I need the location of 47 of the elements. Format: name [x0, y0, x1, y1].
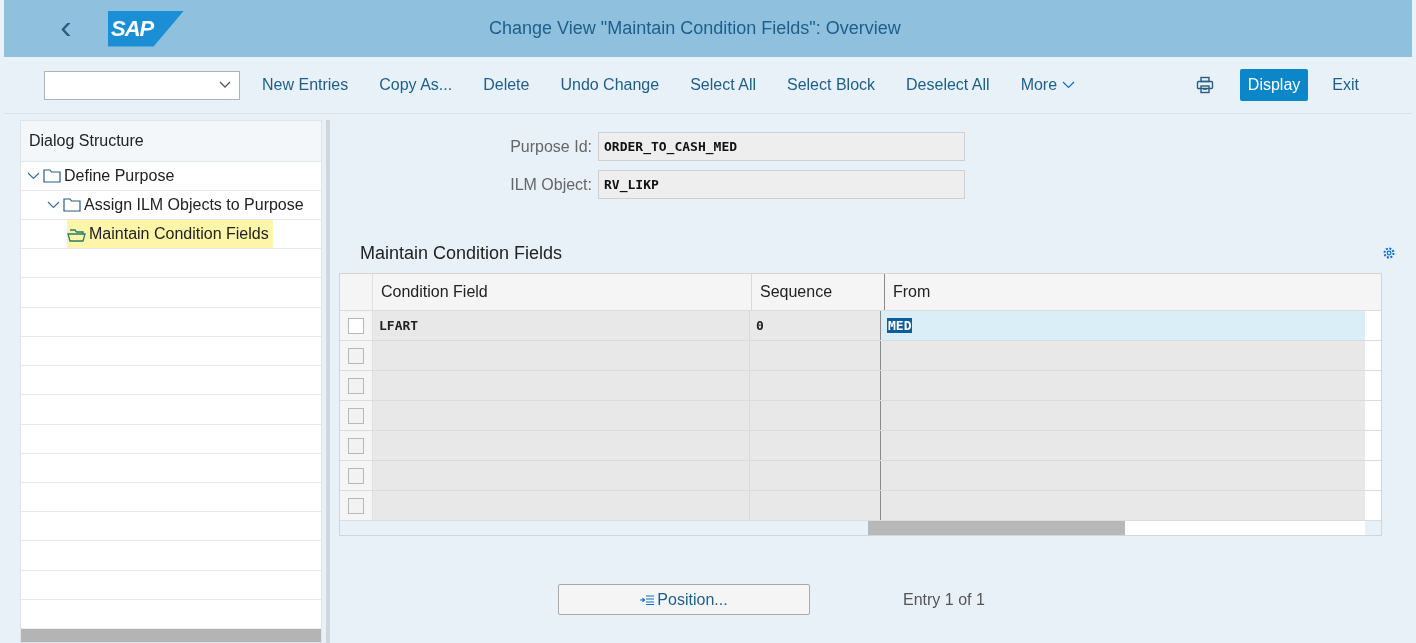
field-label: Purpose Id:	[509, 137, 593, 156]
toolbar-button[interactable]: Undo Change	[552, 72, 668, 98]
settings-icon[interactable]	[1382, 246, 1396, 260]
toolbar-button[interactable]: Copy As...	[371, 72, 461, 98]
open-folder-icon	[67, 226, 86, 242]
input-field[interactable]: ORDER_TO_CASH_MED	[598, 132, 965, 161]
row-checkbox[interactable]	[348, 317, 364, 334]
back-button[interactable]: ‹	[54, 8, 78, 49]
command-dropdown[interactable]	[44, 70, 240, 100]
row-checkbox[interactable]	[348, 467, 364, 484]
toolbar-button[interactable]: Select Block	[779, 72, 884, 98]
input-field[interactable]: MED	[881, 311, 1365, 340]
table-cell: LFART	[373, 311, 750, 340]
tree-item[interactable]: Define Purpose	[27, 161, 179, 190]
folder-icon	[43, 168, 61, 184]
position-icon	[640, 594, 655, 605]
entry-count: Entry 1 of 1	[903, 590, 985, 609]
row-checkbox[interactable]	[348, 347, 364, 364]
folder-icon	[63, 197, 81, 213]
panel-title: Dialog Structure	[21, 121, 321, 162]
scrollbar[interactable]	[21, 629, 321, 642]
toolbar-button[interactable]: New Entries	[254, 72, 357, 98]
tree-item[interactable]: Maintain Condition Fields	[67, 220, 273, 249]
toolbar-button[interactable]: Select All	[682, 72, 764, 98]
scrollbar-thumb[interactable]	[868, 521, 1125, 535]
row-checkbox[interactable]	[348, 377, 364, 394]
row-checkbox[interactable]	[348, 437, 364, 454]
sap-logo: SAP	[108, 10, 184, 47]
chevron-down-icon	[1062, 81, 1076, 89]
chevron-down-icon	[219, 81, 231, 89]
display-button[interactable]: Display	[1239, 69, 1309, 101]
field-label: ILM Object:	[509, 175, 593, 194]
exit-button[interactable]: Exit	[1324, 72, 1367, 98]
more-menu-button[interactable]: More	[1012, 72, 1084, 98]
input-field[interactable]: RV_LIKP	[598, 170, 965, 199]
table-title: Maintain Condition Fields	[360, 242, 563, 264]
print-icon[interactable]	[1195, 76, 1214, 94]
row-checkbox[interactable]	[348, 407, 364, 424]
toolbar-button[interactable]: Deselect All	[898, 72, 998, 98]
table-cell: 0	[750, 311, 881, 340]
toolbar-button[interactable]: Delete	[475, 72, 538, 98]
row-checkbox[interactable]	[348, 497, 364, 514]
position-button[interactable]: Position...	[558, 584, 810, 615]
chevron-down-icon	[47, 200, 60, 209]
window-title: Change View "Maintain Condition Fields": Overview	[489, 18, 901, 39]
tree-item[interactable]: Assign ILM Objects to Purpose	[47, 190, 308, 220]
chevron-down-icon	[27, 171, 40, 180]
